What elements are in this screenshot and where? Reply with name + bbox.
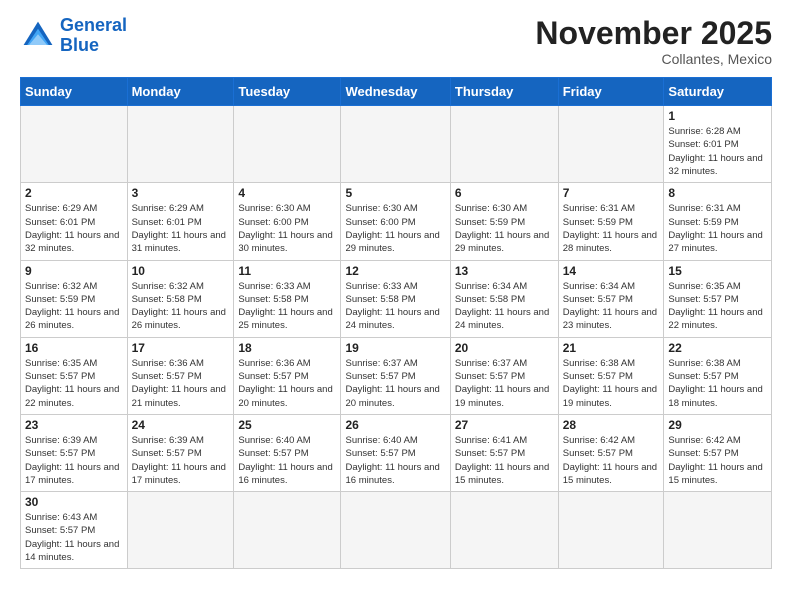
header-thursday: Thursday <box>450 78 558 106</box>
header: General Blue November 2025 Collantes, Me… <box>20 16 772 67</box>
calendar: Sunday Monday Tuesday Wednesday Thursday… <box>20 77 772 569</box>
empty-cell-30e <box>450 492 558 569</box>
header-wednesday: Wednesday <box>341 78 450 106</box>
logo-blue: Blue <box>60 35 99 55</box>
day-9: 9 Sunrise: 6:32 AMSunset: 5:59 PMDayligh… <box>21 260 128 337</box>
empty-cell-30g <box>664 492 772 569</box>
day-28: 28 Sunrise: 6:42 AMSunset: 5:57 PMDaylig… <box>558 414 664 491</box>
logo-text: General Blue <box>60 16 127 56</box>
day-7: 7 Sunrise: 6:31 AMSunset: 5:59 PMDayligh… <box>558 183 664 260</box>
day-18: 18 Sunrise: 6:36 AMSunset: 5:57 PMDaylig… <box>234 337 341 414</box>
logo: General Blue <box>20 16 127 56</box>
header-saturday: Saturday <box>664 78 772 106</box>
week-row-1: 1 Sunrise: 6:28 AMSunset: 6:01 PMDayligh… <box>21 106 772 183</box>
week-row-6: 30 Sunrise: 6:43 AMSunset: 5:57 PMDaylig… <box>21 492 772 569</box>
empty-cell-30d <box>341 492 450 569</box>
day-29: 29 Sunrise: 6:42 AMSunset: 5:57 PMDaylig… <box>664 414 772 491</box>
empty-cell-30c <box>234 492 341 569</box>
empty-cell-30f <box>558 492 664 569</box>
day-10: 10 Sunrise: 6:32 AMSunset: 5:58 PMDaylig… <box>127 260 234 337</box>
empty-cell <box>558 106 664 183</box>
week-row-2: 2 Sunrise: 6:29 AMSunset: 6:01 PMDayligh… <box>21 183 772 260</box>
day-8: 8 Sunrise: 6:31 AMSunset: 5:59 PMDayligh… <box>664 183 772 260</box>
day-15: 15 Sunrise: 6:35 AMSunset: 5:57 PMDaylig… <box>664 260 772 337</box>
week-row-3: 9 Sunrise: 6:32 AMSunset: 5:59 PMDayligh… <box>21 260 772 337</box>
day-6: 6 Sunrise: 6:30 AMSunset: 5:59 PMDayligh… <box>450 183 558 260</box>
day-1-info: Sunrise: 6:28 AMSunset: 6:01 PMDaylight:… <box>668 125 767 178</box>
header-tuesday: Tuesday <box>234 78 341 106</box>
day-1: 1 Sunrise: 6:28 AMSunset: 6:01 PMDayligh… <box>664 106 772 183</box>
day-20: 20 Sunrise: 6:37 AMSunset: 5:57 PMDaylig… <box>450 337 558 414</box>
day-14: 14 Sunrise: 6:34 AMSunset: 5:57 PMDaylig… <box>558 260 664 337</box>
logo-general: General <box>60 15 127 35</box>
empty-cell <box>450 106 558 183</box>
header-monday: Monday <box>127 78 234 106</box>
day-3: 3 Sunrise: 6:29 AMSunset: 6:01 PMDayligh… <box>127 183 234 260</box>
day-21: 21 Sunrise: 6:38 AMSunset: 5:57 PMDaylig… <box>558 337 664 414</box>
day-27: 27 Sunrise: 6:41 AMSunset: 5:57 PMDaylig… <box>450 414 558 491</box>
day-30: 30 Sunrise: 6:43 AMSunset: 5:57 PMDaylig… <box>21 492 128 569</box>
day-11: 11 Sunrise: 6:33 AMSunset: 5:58 PMDaylig… <box>234 260 341 337</box>
page: General Blue November 2025 Collantes, Me… <box>0 0 792 589</box>
day-22: 22 Sunrise: 6:38 AMSunset: 5:57 PMDaylig… <box>664 337 772 414</box>
empty-cell-30b <box>127 492 234 569</box>
day-26: 26 Sunrise: 6:40 AMSunset: 5:57 PMDaylig… <box>341 414 450 491</box>
subtitle: Collantes, Mexico <box>535 51 772 67</box>
empty-cell <box>341 106 450 183</box>
empty-cell <box>21 106 128 183</box>
day-4: 4 Sunrise: 6:30 AMSunset: 6:00 PMDayligh… <box>234 183 341 260</box>
day-17: 17 Sunrise: 6:36 AMSunset: 5:57 PMDaylig… <box>127 337 234 414</box>
day-5: 5 Sunrise: 6:30 AMSunset: 6:00 PMDayligh… <box>341 183 450 260</box>
empty-cell <box>127 106 234 183</box>
day-number-1: 1 <box>668 109 767 123</box>
day-16: 16 Sunrise: 6:35 AMSunset: 5:57 PMDaylig… <box>21 337 128 414</box>
title-block: November 2025 Collantes, Mexico <box>535 16 772 67</box>
day-12: 12 Sunrise: 6:33 AMSunset: 5:58 PMDaylig… <box>341 260 450 337</box>
header-friday: Friday <box>558 78 664 106</box>
month-title: November 2025 <box>535 16 772 51</box>
week-row-5: 23 Sunrise: 6:39 AMSunset: 5:57 PMDaylig… <box>21 414 772 491</box>
day-19: 19 Sunrise: 6:37 AMSunset: 5:57 PMDaylig… <box>341 337 450 414</box>
day-2: 2 Sunrise: 6:29 AMSunset: 6:01 PMDayligh… <box>21 183 128 260</box>
header-sunday: Sunday <box>21 78 128 106</box>
week-row-4: 16 Sunrise: 6:35 AMSunset: 5:57 PMDaylig… <box>21 337 772 414</box>
day-23: 23 Sunrise: 6:39 AMSunset: 5:57 PMDaylig… <box>21 414 128 491</box>
weekday-header-row: Sunday Monday Tuesday Wednesday Thursday… <box>21 78 772 106</box>
logo-icon <box>20 18 56 54</box>
day-25: 25 Sunrise: 6:40 AMSunset: 5:57 PMDaylig… <box>234 414 341 491</box>
empty-cell <box>234 106 341 183</box>
day-24: 24 Sunrise: 6:39 AMSunset: 5:57 PMDaylig… <box>127 414 234 491</box>
day-13: 13 Sunrise: 6:34 AMSunset: 5:58 PMDaylig… <box>450 260 558 337</box>
